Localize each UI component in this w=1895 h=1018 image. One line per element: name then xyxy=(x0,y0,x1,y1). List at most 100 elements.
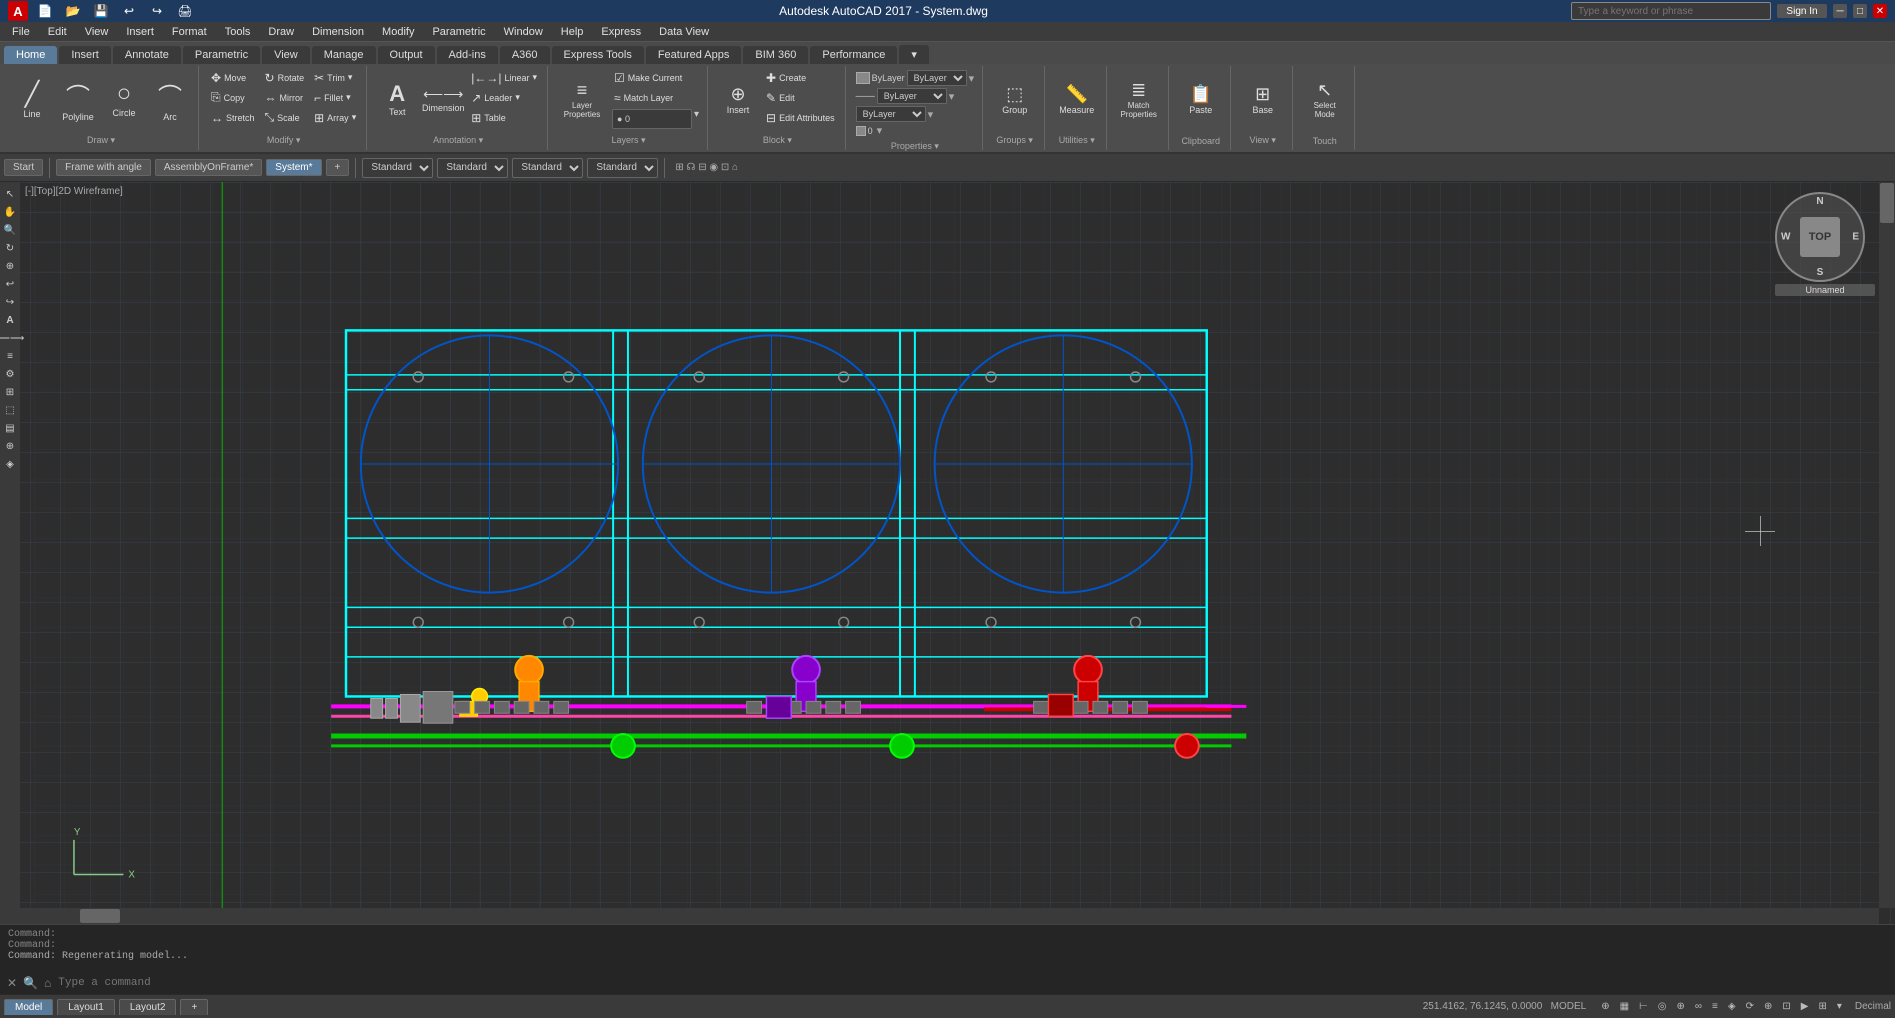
frame-tab[interactable]: Frame with angle xyxy=(56,159,151,176)
signin-button[interactable]: Sign In xyxy=(1777,4,1827,18)
tool-move[interactable]: ✥ Move xyxy=(207,68,259,87)
layer-selector-arrow[interactable]: ▾ xyxy=(694,109,699,129)
cmd-close-btn[interactable]: ✕ xyxy=(4,976,20,990)
tool-insert[interactable]: ⊕ Insert xyxy=(716,68,760,130)
ortho-toggle[interactable]: ⊢ xyxy=(1636,1001,1651,1012)
minimize-button[interactable]: ─ xyxy=(1833,4,1847,18)
grid-toggle[interactable]: ▦ xyxy=(1617,1001,1632,1012)
tool-leader[interactable]: ↗ Leader ▾ xyxy=(467,88,541,107)
tool-copy[interactable]: ⎘ Copy xyxy=(207,88,259,107)
linetype-expand[interactable]: ▾ xyxy=(949,90,955,103)
tool-polyline[interactable]: ⌒ Polyline xyxy=(56,68,100,130)
lt-zoom[interactable]: 🔍 xyxy=(2,222,18,238)
print-button[interactable]: 🖨 xyxy=(174,1,196,21)
quickprop[interactable]: ⊞ xyxy=(1815,1001,1829,1012)
linetype-select[interactable]: ByLayer xyxy=(877,88,947,104)
menu-modify[interactable]: Modify xyxy=(374,24,422,40)
view-cube-top[interactable]: TOP xyxy=(1800,217,1840,257)
tab-express[interactable]: Express Tools xyxy=(552,46,644,64)
lt-layer[interactable]: ≡ xyxy=(2,348,18,364)
color-expand[interactable]: ▾ xyxy=(969,72,975,85)
tab-model[interactable]: Model xyxy=(4,999,53,1015)
lt-snap[interactable]: ⊕ xyxy=(2,438,18,454)
tab-addins[interactable]: Add-ins xyxy=(437,46,498,64)
lt-zoom-ext[interactable]: ⊕ xyxy=(2,258,18,274)
tab-a360[interactable]: A360 xyxy=(500,46,550,64)
lt-render[interactable]: ◈ xyxy=(2,456,18,472)
lt-prop[interactable]: ⚙ xyxy=(2,366,18,382)
tab-performance[interactable]: Performance xyxy=(810,46,897,64)
menu-window[interactable]: Window xyxy=(496,24,551,40)
lt-text[interactable]: A xyxy=(2,312,18,328)
tool-scale[interactable]: ⤡ Scale xyxy=(261,108,309,127)
undo-button[interactable]: ↩ xyxy=(118,1,140,21)
tool-measure[interactable]: 📏 Measure xyxy=(1055,68,1099,130)
cmd-search-btn[interactable]: 🔍 xyxy=(20,976,41,990)
lineweight-select[interactable]: ByLayer xyxy=(856,106,926,122)
tab-output[interactable]: Output xyxy=(378,46,435,64)
menu-view[interactable]: View xyxy=(77,24,117,40)
tool-mirror[interactable]: ⇔ Mirror xyxy=(261,88,309,107)
osnap-toggle[interactable]: ⊕ xyxy=(1674,1001,1688,1012)
tab-manage[interactable]: Manage xyxy=(312,46,376,64)
tab-add-layout[interactable]: + xyxy=(180,999,208,1015)
menu-dimension[interactable]: Dimension xyxy=(304,24,372,40)
assembly-tab[interactable]: AssemblyOnFrame* xyxy=(155,159,262,176)
dyn-input[interactable]: ▶ xyxy=(1798,1001,1812,1012)
3dosnap-toggle[interactable]: ⊕ xyxy=(1761,1001,1775,1012)
lt-dim[interactable]: ⟵⟶ xyxy=(2,330,18,346)
otrack-toggle[interactable]: ∞ xyxy=(1692,1001,1705,1012)
save-button[interactable]: 💾 xyxy=(90,1,112,21)
right-scrollbar[interactable] xyxy=(1879,182,1895,908)
menu-parametric[interactable]: Parametric xyxy=(424,24,493,40)
tab-annotate[interactable]: Annotate xyxy=(113,46,181,64)
cmd-history-btn[interactable]: ⌂ xyxy=(41,976,54,990)
lt-undo[interactable]: ↩ xyxy=(2,276,18,292)
tool-layer-properties[interactable]: ≡ Layer Properties xyxy=(556,68,608,130)
lt-orbit[interactable]: ↻ xyxy=(2,240,18,256)
lineweight-toggle[interactable]: ≡ xyxy=(1709,1001,1721,1012)
tab-bim360[interactable]: BIM 360 xyxy=(743,46,808,64)
tool-make-current[interactable]: ☑ Make Current xyxy=(610,68,701,87)
lt-group[interactable]: ⬚ xyxy=(2,402,18,418)
style-select4[interactable]: Standard xyxy=(587,158,658,178)
lt-block[interactable]: ⊞ xyxy=(2,384,18,400)
tool-line[interactable]: ╱ Line xyxy=(10,68,54,130)
new-tab-btn[interactable]: + xyxy=(326,159,350,176)
tab-insert[interactable]: Insert xyxy=(59,46,111,64)
tool-trim[interactable]: ✂ Trim ▾ xyxy=(310,68,360,87)
tool-text[interactable]: A Text xyxy=(375,68,419,130)
tool-stretch[interactable]: ↔ Stretch xyxy=(207,108,259,127)
tab-layout1[interactable]: Layout1 xyxy=(57,999,115,1015)
tool-group[interactable]: ⬚ Group xyxy=(993,68,1037,130)
tab-more[interactable]: ▾ xyxy=(899,45,929,64)
style-select2[interactable]: Standard xyxy=(437,158,508,178)
lineweight-expand[interactable]: ▾ xyxy=(928,108,934,121)
tool-base[interactable]: ⊞ Base xyxy=(1241,68,1285,130)
tool-edit[interactable]: ✎ Edit xyxy=(762,88,839,107)
tool-rotate[interactable]: ↻ Rotate xyxy=(261,68,309,87)
menu-insert[interactable]: Insert xyxy=(118,24,162,40)
style-select1[interactable]: Standard xyxy=(362,158,433,178)
tab-layout2[interactable]: Layout2 xyxy=(119,999,177,1015)
tool-dimension[interactable]: ⟵⟶ Dimension xyxy=(421,68,465,130)
tool-match-layer[interactable]: ≈ Match Layer xyxy=(610,88,701,107)
tool-linear[interactable]: |←→| Linear ▾ xyxy=(467,68,541,87)
bottom-scrollbar[interactable] xyxy=(20,908,1879,924)
tool-paste[interactable]: 📋 Paste xyxy=(1179,68,1223,130)
menu-express[interactable]: Express xyxy=(593,24,649,40)
lt-redo[interactable]: ↪ xyxy=(2,294,18,310)
scrollbar-thumb-h[interactable] xyxy=(80,909,120,923)
tool-table[interactable]: ⊞ Table xyxy=(467,108,541,127)
tool-array[interactable]: ⊞ Array ▾ xyxy=(310,108,360,127)
command-input[interactable] xyxy=(58,977,1891,989)
lt-pan[interactable]: ✋ xyxy=(2,204,18,220)
system-tab[interactable]: System* xyxy=(266,159,321,176)
lt-hatch[interactable]: ▤ xyxy=(2,420,18,436)
maximize-button[interactable]: □ xyxy=(1853,4,1867,18)
start-tab[interactable]: Start xyxy=(4,159,43,176)
color-select[interactable]: ByLayer xyxy=(907,70,967,86)
search-input[interactable] xyxy=(1571,2,1771,20)
scrollbar-thumb-v[interactable] xyxy=(1880,183,1894,223)
menu-tools[interactable]: Tools xyxy=(217,24,259,40)
